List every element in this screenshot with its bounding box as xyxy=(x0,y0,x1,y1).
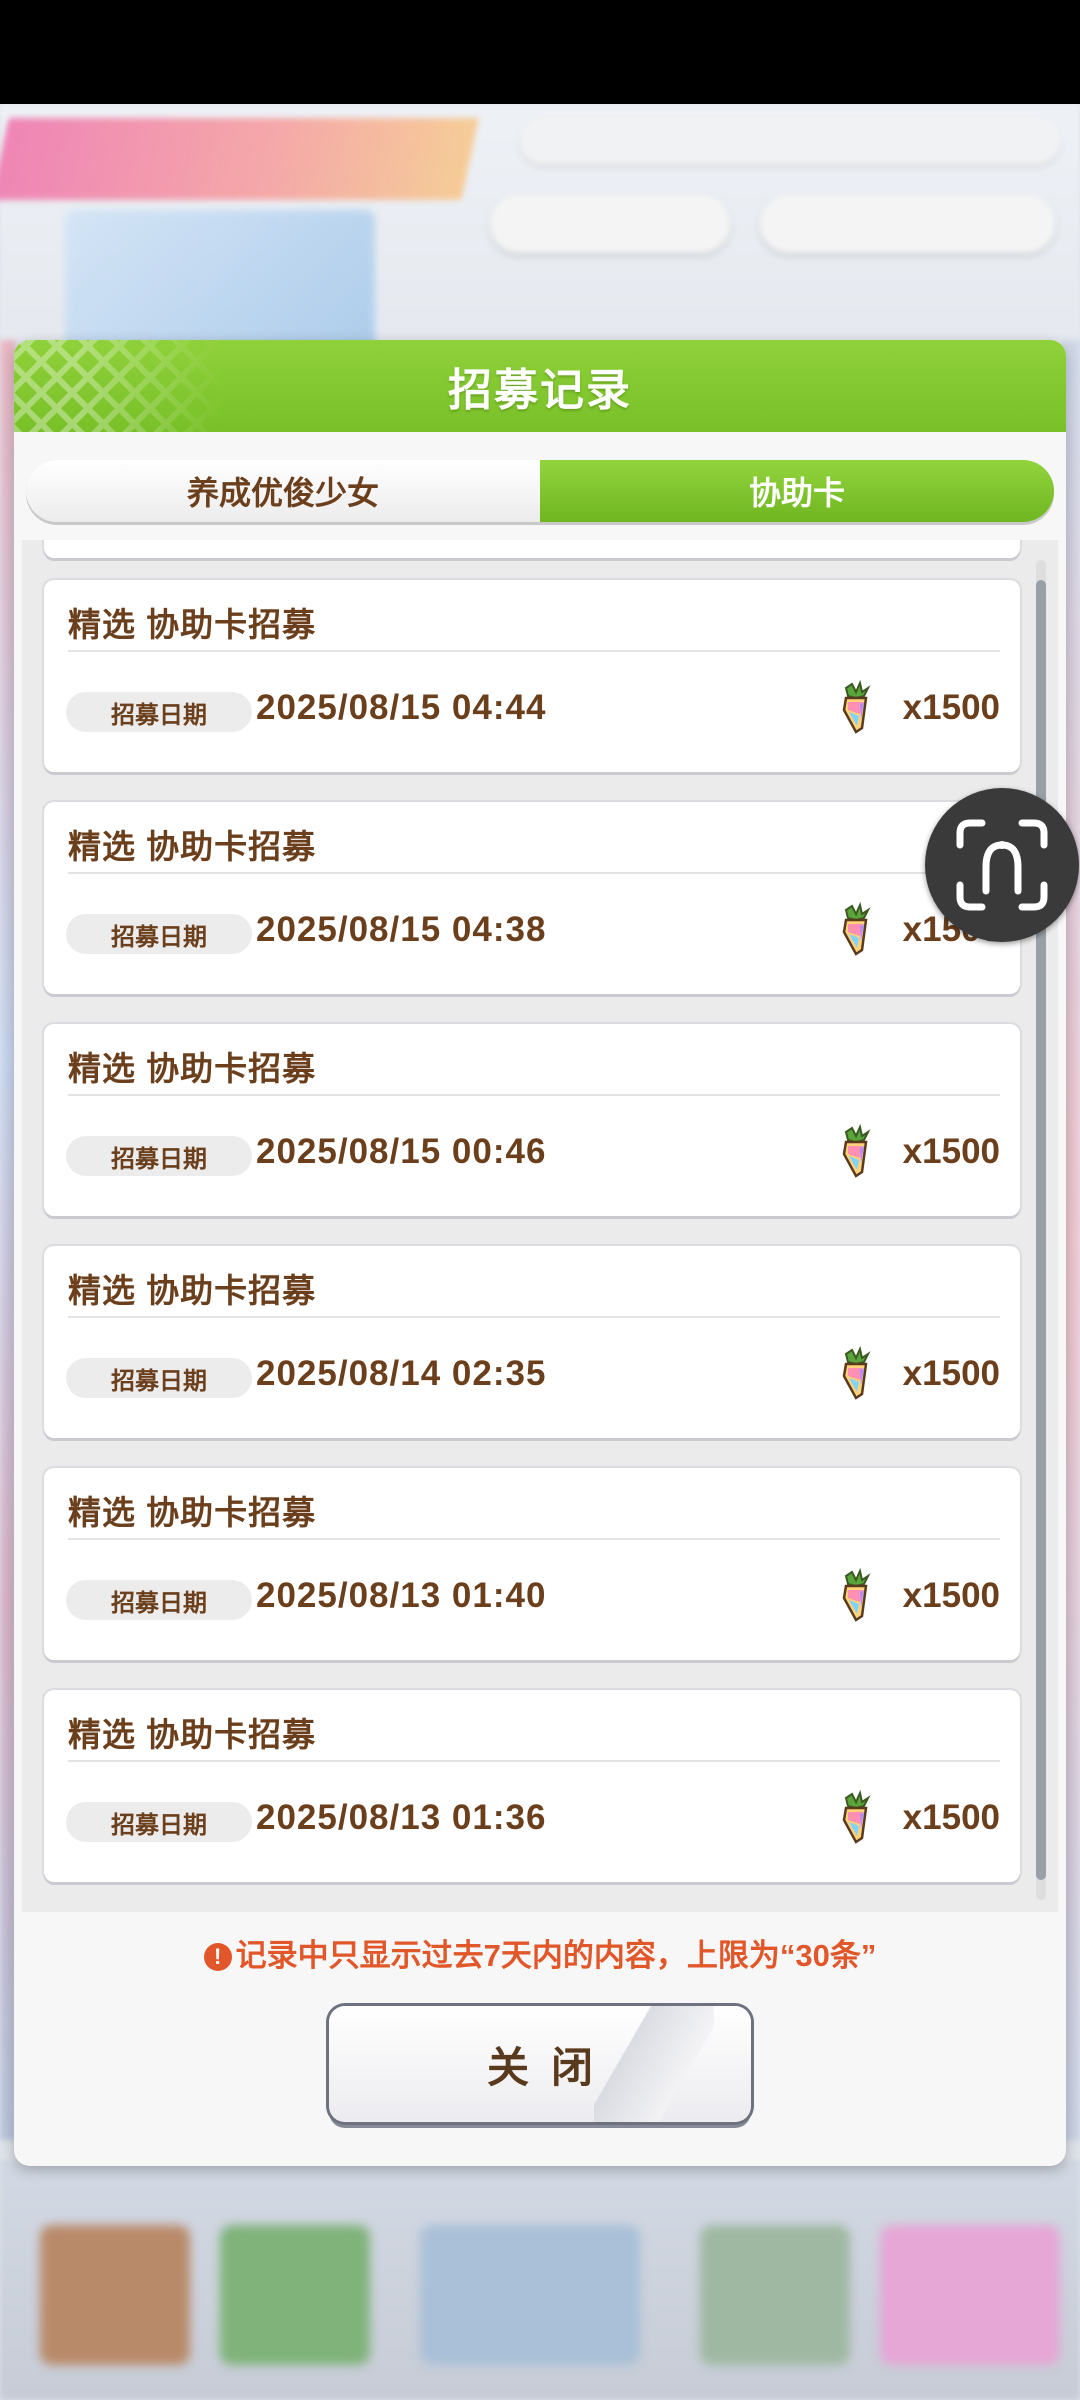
record-quantity: x1500 xyxy=(902,688,1000,727)
scrollbar-thumb[interactable] xyxy=(1036,580,1046,1880)
carrot-gem-icon xyxy=(842,1568,871,1622)
close-button[interactable]: 关闭 xyxy=(329,2006,751,2122)
carrot-gem-icon xyxy=(842,1346,871,1400)
record-quantity: x1500 xyxy=(902,1798,1000,1837)
list-item-partial xyxy=(44,540,1020,558)
divider xyxy=(68,1760,1000,1762)
record-title: 精选 协助卡招募 xyxy=(68,1050,317,1087)
divider xyxy=(68,1316,1000,1318)
date-badge: 招募日期 xyxy=(66,1802,252,1842)
date-badge: 招募日期 xyxy=(66,1136,252,1176)
record-title: 精选 协助卡招募 xyxy=(68,1272,317,1309)
notice-label: 记录中只显示过去7天内的内容，上限为“30条” xyxy=(235,1938,877,1973)
record-title: 精选 协助卡招募 xyxy=(68,828,317,865)
carrot-gem-icon xyxy=(842,1124,871,1178)
date-badge: 招募日期 xyxy=(66,692,252,732)
record-date: 2025/08/15 04:38 xyxy=(256,910,547,949)
divider xyxy=(68,650,1000,652)
record-list[interactable]: 精选 协助卡招募 招募日期 2025/08/15 04:44 x1500 精选 … xyxy=(22,540,1058,1912)
record-title: 精选 协助卡招募 xyxy=(68,1716,317,1753)
list-item: 精选 协助卡招募 招募日期 2025/08/13 01:40 x1500 xyxy=(44,1468,1020,1660)
record-date: 2025/08/13 01:36 xyxy=(256,1798,547,1837)
date-badge: 招募日期 xyxy=(66,914,252,954)
date-badge: 招募日期 xyxy=(66,1358,252,1398)
notice-text: ! 记录中只显示过去7天内的内容，上限为“30条” xyxy=(14,1930,1066,1975)
carrot-gem-icon xyxy=(842,902,871,956)
list-item: 精选 协助卡招募 招募日期 2025/08/14 02:35 x1500 xyxy=(44,1246,1020,1438)
record-quantity: x1500 xyxy=(902,1354,1000,1393)
tab-support-cards[interactable]: 协助卡 xyxy=(540,460,1054,522)
record-date: 2025/08/13 01:40 xyxy=(256,1576,547,1615)
exclamation-circle-icon: ! xyxy=(203,1943,232,1971)
record-date: 2025/08/15 00:46 xyxy=(256,1132,547,1171)
floating-assistant-button[interactable] xyxy=(925,788,1079,942)
record-quantity: x1500 xyxy=(902,1132,1000,1171)
list-item: 精选 协助卡招募 招募日期 2025/08/15 04:44 x1500 xyxy=(44,580,1020,772)
record-quantity: x1500 xyxy=(902,1576,1000,1615)
dialog-header: 招募记录 xyxy=(14,340,1066,432)
list-item: 精选 协助卡招募 招募日期 2025/08/15 04:38 x1500 xyxy=(44,802,1020,994)
list-item: 精选 协助卡招募 招募日期 2025/08/13 01:36 x1500 xyxy=(44,1690,1020,1882)
divider xyxy=(68,1538,1000,1540)
record-title: 精选 协助卡招募 xyxy=(68,606,317,643)
close-button-label: 关闭 xyxy=(486,2043,615,2091)
date-badge: 招募日期 xyxy=(66,1580,252,1620)
dialog-title: 招募记录 xyxy=(448,366,632,415)
record-date: 2025/08/14 02:35 xyxy=(256,1354,547,1393)
horseshoe-assistant-icon xyxy=(956,819,1048,911)
divider xyxy=(68,872,1000,874)
list-item: 精选 协助卡招募 招募日期 2025/08/15 00:46 x1500 xyxy=(44,1024,1020,1216)
tab-training-girls[interactable]: 养成优俊少女 xyxy=(26,460,540,522)
record-title: 精选 协助卡招募 xyxy=(68,1494,317,1531)
divider xyxy=(68,1094,1000,1096)
status-bar xyxy=(0,0,1080,104)
carrot-gem-icon xyxy=(842,1790,871,1844)
tab-bar: 养成优俊少女 协助卡 xyxy=(26,460,1054,522)
record-date: 2025/08/15 04:44 xyxy=(256,688,547,727)
carrot-gem-icon xyxy=(842,680,871,734)
recruit-history-dialog: 招募记录 养成优俊少女 协助卡 精选 协助卡招募 招募日期 2025/08/15… xyxy=(14,340,1066,2166)
